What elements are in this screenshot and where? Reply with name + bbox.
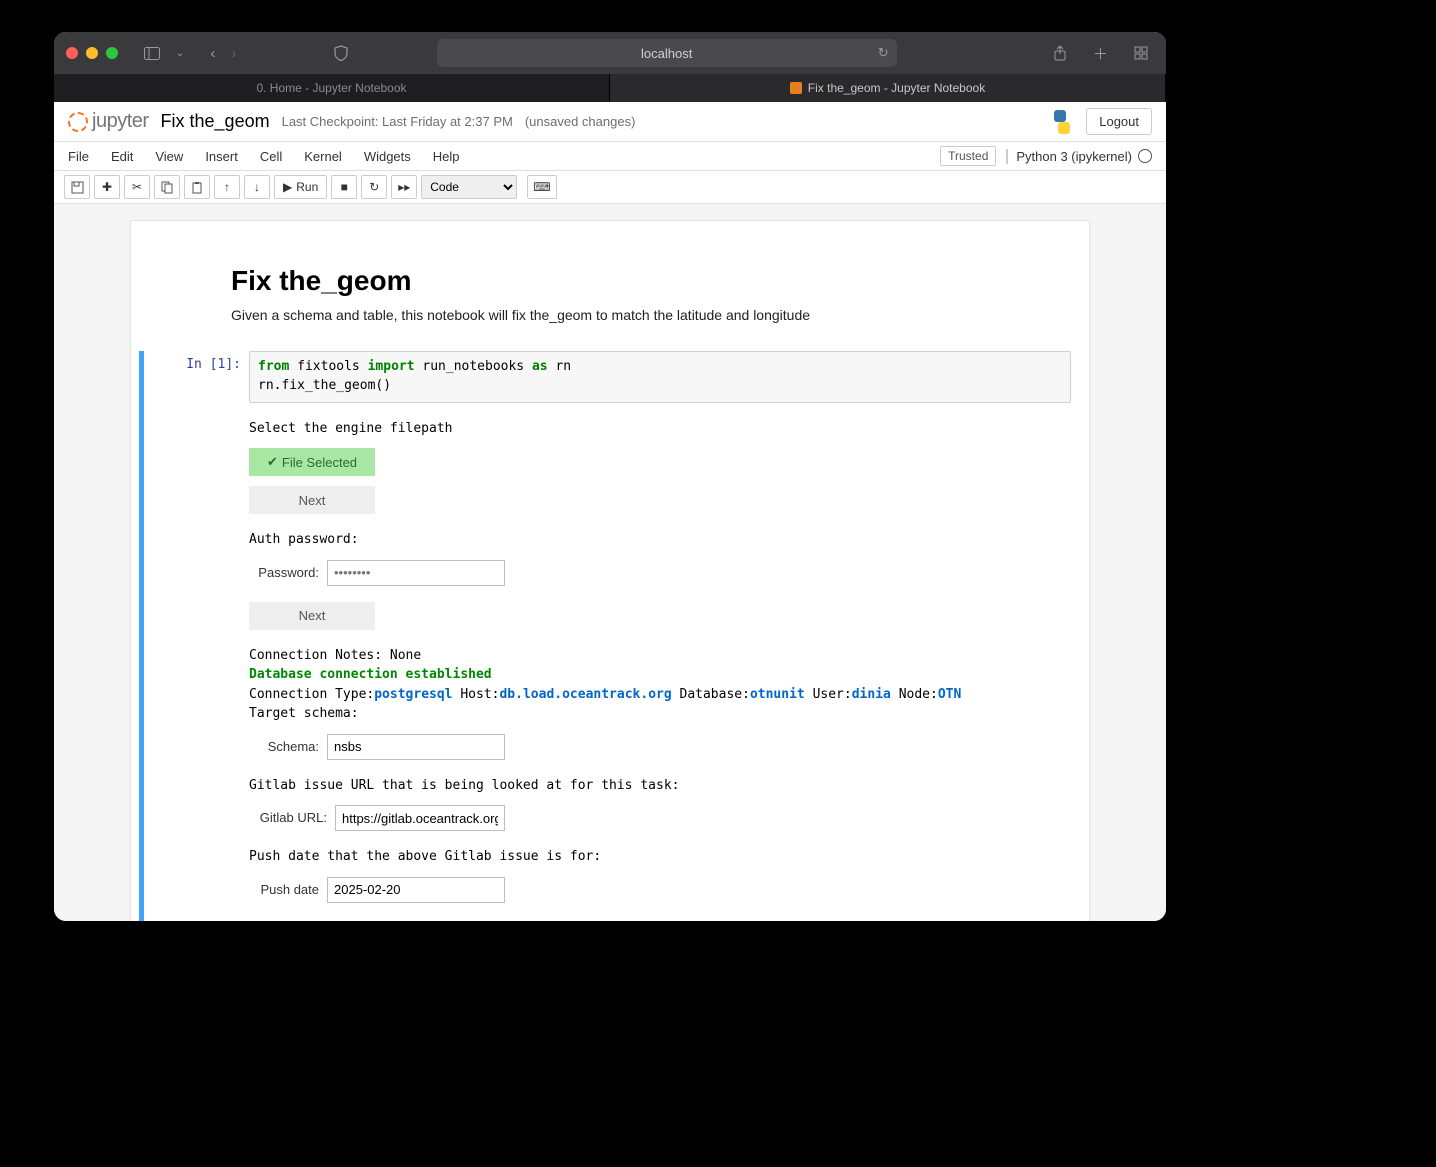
menu-kernel[interactable]: Kernel — [304, 149, 342, 164]
restart-run-all-button[interactable]: ▸▸ — [391, 175, 417, 199]
menu-widgets[interactable]: Widgets — [364, 149, 411, 164]
out-conn-notes: Connection Notes: None — [249, 646, 1081, 666]
browser-tabbar: 0. Home - Jupyter Notebook Fix the_geom … — [54, 74, 1166, 102]
password-label: Password: — [249, 563, 319, 583]
python-logo-icon — [1050, 110, 1074, 134]
kernel-name[interactable]: Python 3 (ipykernel) — [1006, 149, 1132, 164]
move-up-button[interactable]: ↑ — [214, 175, 240, 199]
address-bar[interactable]: localhost ↻ — [437, 39, 897, 67]
jupyter-logo[interactable]: jupyter — [68, 110, 149, 133]
add-cell-button[interactable]: ✚ — [94, 175, 120, 199]
cell-prompt: In [1]: — [161, 357, 241, 372]
close-window-icon[interactable] — [66, 47, 78, 59]
out-conn-detail: Connection Type:postgresql Host:db.load.… — [249, 685, 1081, 705]
tab-label: Fix the_geom - Jupyter Notebook — [808, 81, 985, 95]
menu-view[interactable]: View — [155, 149, 183, 164]
out-select-engine: Select the engine filepath — [249, 419, 1081, 439]
code-input[interactable]: from fixtools import run_notebooks as rn… — [249, 351, 1071, 403]
unsaved-text: (unsaved changes) — [525, 114, 636, 129]
gitlab-url-label: Gitlab URL: — [249, 808, 327, 828]
password-input[interactable] — [327, 560, 505, 586]
address-text: localhost — [641, 46, 692, 61]
browser-window: ⌄ ‹ › localhost ↻ ＋ 0. Home - Jupyter No… — [54, 32, 1166, 921]
browser-titlebar: ⌄ ‹ › localhost ↻ ＋ — [54, 32, 1166, 74]
run-label: Run — [296, 180, 318, 194]
menu-help[interactable]: Help — [433, 149, 460, 164]
interrupt-button[interactable]: ■ — [331, 175, 357, 199]
next-button-1[interactable]: Next — [249, 486, 375, 514]
logout-button[interactable]: Logout — [1086, 108, 1152, 135]
zoom-window-icon[interactable] — [106, 47, 118, 59]
chevron-down-icon[interactable]: ⌄ — [170, 46, 190, 61]
tab-overview-icon[interactable] — [1128, 41, 1154, 66]
page-viewport[interactable]: jupyter Fix the_geom Last Checkpoint: La… — [54, 102, 1166, 921]
out-auth-password: Auth password: — [249, 530, 1081, 550]
jupyter-logo-text: jupyter — [92, 110, 149, 133]
out-print-sql-prompt: Print SQL: set to True to print the SQL,… — [249, 919, 1081, 921]
restart-button[interactable]: ↻ — [361, 175, 387, 199]
jupyter-toolbar: ✚ ✂ ↑ ↓ ▶ Run ■ ↻ ▸▸ Code ⌨ — [54, 171, 1166, 204]
menu-insert[interactable]: Insert — [205, 149, 238, 164]
out-conn-established: Database connection established — [249, 665, 1081, 685]
jupyter-header: jupyter Fix the_geom Last Checkpoint: La… — [54, 102, 1166, 204]
reload-icon[interactable]: ↻ — [878, 45, 889, 61]
cut-button[interactable]: ✂ — [124, 175, 150, 199]
menu-edit[interactable]: Edit — [111, 149, 133, 164]
cell-type-select[interactable]: Code — [421, 175, 517, 199]
browser-tab-home[interactable]: 0. Home - Jupyter Notebook — [54, 74, 610, 102]
menu-cell[interactable]: Cell — [260, 149, 282, 164]
back-icon[interactable]: ‹ — [204, 43, 221, 64]
trusted-badge[interactable]: Trusted — [940, 146, 996, 166]
tab-label: 0. Home - Jupyter Notebook — [256, 81, 406, 95]
markdown-cell[interactable]: Fix the_geom Given a schema and table, t… — [131, 241, 1089, 347]
notebook-title[interactable]: Fix the_geom — [161, 111, 270, 132]
out-target-schema: Target schema: — [249, 704, 1081, 724]
out-push-prompt: Push date that the above Gitlab issue is… — [249, 847, 1081, 867]
minimize-window-icon[interactable] — [86, 47, 98, 59]
share-icon[interactable] — [1047, 41, 1073, 66]
menu-file[interactable]: File — [68, 149, 89, 164]
gitlab-url-input[interactable] — [335, 805, 505, 831]
paste-button[interactable] — [184, 175, 210, 199]
cell-selection-bar — [139, 351, 144, 921]
command-palette-button[interactable]: ⌨ — [527, 175, 556, 199]
next-button-2[interactable]: Next — [249, 602, 375, 630]
code-cell-1[interactable]: In [1]: from fixtools import run_noteboo… — [139, 351, 1081, 921]
notebook-favicon-icon — [790, 82, 802, 94]
save-button[interactable] — [64, 175, 90, 199]
push-date-label: Push date — [249, 880, 319, 900]
schema-label: Schema: — [249, 737, 319, 757]
shield-icon[interactable] — [328, 43, 354, 63]
file-selected-button[interactable]: ✔ File Selected — [249, 448, 375, 476]
cell-output: Select the engine filepath ✔ File Select… — [249, 419, 1081, 921]
forward-icon[interactable]: › — [225, 43, 242, 64]
checkpoint-text: Last Checkpoint: Last Friday at 2:37 PM — [282, 114, 513, 129]
schema-input[interactable] — [327, 734, 505, 760]
browser-tab-notebook[interactable]: Fix the_geom - Jupyter Notebook — [610, 74, 1166, 102]
jupyter-menubar: File Edit View Insert Cell Kernel Widget… — [54, 141, 1166, 171]
window-controls — [66, 47, 118, 59]
run-button[interactable]: ▶ Run — [274, 175, 327, 199]
page-title: Fix the_geom — [231, 265, 989, 297]
push-date-input[interactable] — [327, 877, 505, 903]
file-selected-label: File Selected — [282, 455, 357, 470]
sidebar-toggle-icon[interactable] — [138, 45, 166, 62]
move-down-button[interactable]: ↓ — [244, 175, 270, 199]
out-gitlab-prompt: Gitlab issue URL that is being looked at… — [249, 776, 1081, 796]
copy-button[interactable] — [154, 175, 180, 199]
new-tab-icon[interactable]: ＋ — [1087, 41, 1114, 66]
page-description: Given a schema and table, this notebook … — [231, 307, 989, 323]
kernel-status-icon[interactable] — [1138, 149, 1152, 163]
jupyter-logo-icon — [68, 112, 88, 132]
notebook: Fix the_geom Given a schema and table, t… — [130, 220, 1090, 921]
